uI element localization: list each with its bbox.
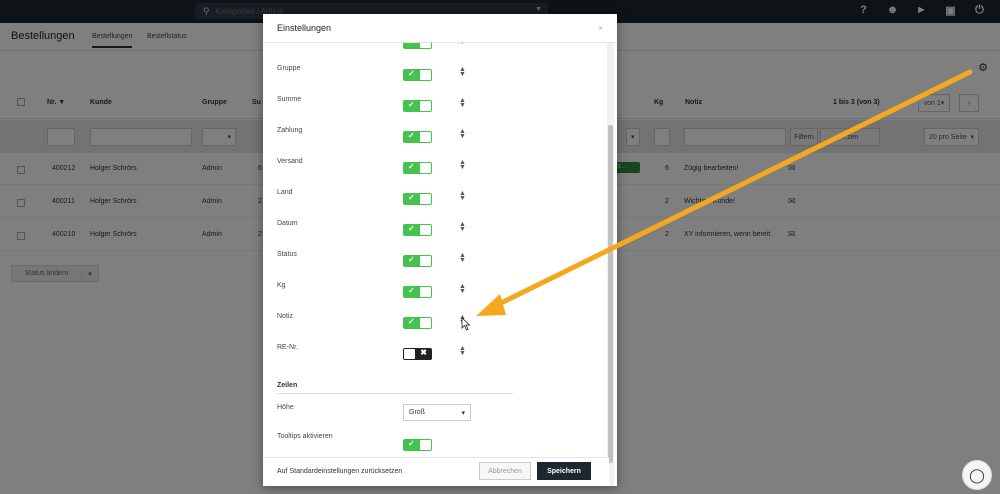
lightbulb-icon[interactable]: ◯ — [962, 460, 992, 490]
annotation-arrow — [476, 69, 973, 316]
